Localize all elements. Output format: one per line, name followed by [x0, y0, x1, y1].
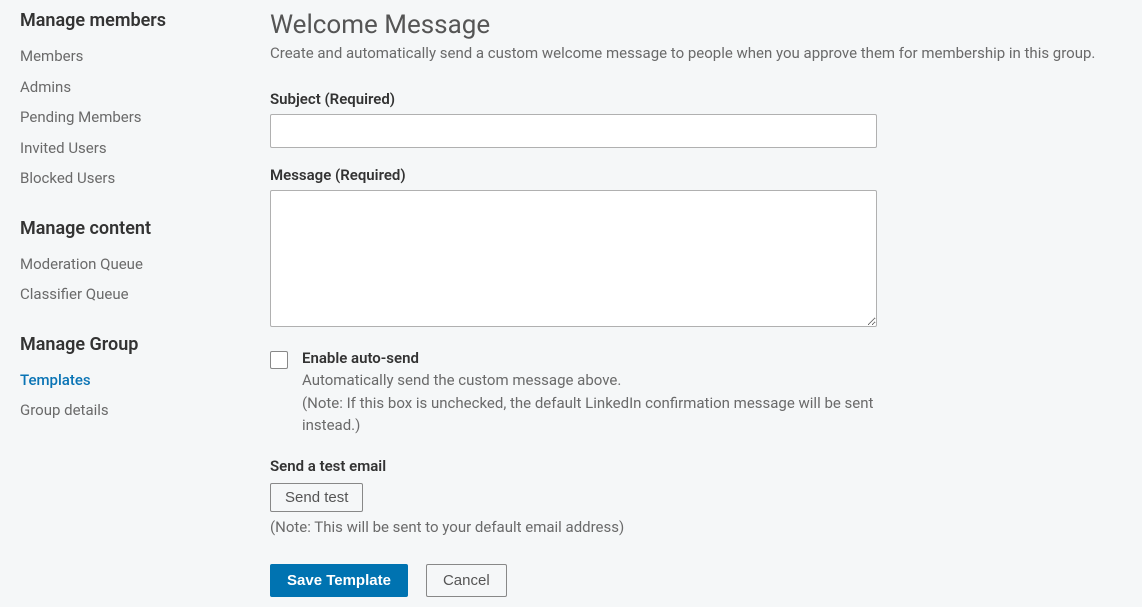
- sidebar-section-members: Manage members Members Admins Pending Me…: [20, 10, 240, 194]
- autosend-checkbox[interactable]: [270, 351, 288, 369]
- sidebar-item-blocked-users[interactable]: Blocked Users: [20, 163, 240, 194]
- sidebar-section-content: Manage content Moderation Queue Classifi…: [20, 218, 240, 310]
- autosend-row: Enable auto-send Automatically send the …: [270, 349, 880, 437]
- autosend-label: Enable auto-send: [302, 349, 880, 367]
- sidebar-section-group: Manage Group Templates Group details: [20, 334, 240, 426]
- save-template-button[interactable]: Save Template: [270, 564, 408, 597]
- autosend-content: Enable auto-send Automatically send the …: [302, 349, 880, 437]
- sidebar-heading-group: Manage Group: [20, 334, 240, 355]
- sidebar-item-invited-users[interactable]: Invited Users: [20, 133, 240, 164]
- subject-label: Subject (Required): [270, 90, 1110, 108]
- message-group: Message (Required): [270, 166, 1110, 331]
- sidebar-item-templates[interactable]: Templates: [20, 365, 240, 396]
- button-row: Save Template Cancel: [270, 564, 1110, 597]
- subject-input[interactable]: [270, 114, 877, 148]
- page-title: Welcome Message: [270, 10, 1110, 40]
- test-email-section: Send a test email Send test (Note: This …: [270, 457, 1110, 536]
- test-email-note: (Note: This will be sent to your default…: [270, 518, 1110, 536]
- message-textarea[interactable]: [270, 190, 877, 327]
- sidebar-item-admins[interactable]: Admins: [20, 72, 240, 103]
- sidebar-item-pending-members[interactable]: Pending Members: [20, 102, 240, 133]
- autosend-desc-2: (Note: If this box is unchecked, the def…: [302, 392, 880, 437]
- sidebar-item-members[interactable]: Members: [20, 41, 240, 72]
- sidebar-item-group-details[interactable]: Group details: [20, 395, 240, 426]
- sidebar-item-moderation-queue[interactable]: Moderation Queue: [20, 249, 240, 280]
- autosend-desc-1: Automatically send the custom message ab…: [302, 369, 880, 392]
- main-content: Welcome Message Create and automatically…: [260, 10, 1130, 597]
- sidebar-item-classifier-queue[interactable]: Classifier Queue: [20, 279, 240, 310]
- sidebar: Manage members Members Admins Pending Me…: [0, 10, 260, 597]
- page-subtitle: Create and automatically send a custom w…: [270, 44, 1110, 62]
- send-test-button[interactable]: Send test: [270, 483, 363, 512]
- message-label: Message (Required): [270, 166, 1110, 184]
- subject-group: Subject (Required): [270, 90, 1110, 148]
- cancel-button[interactable]: Cancel: [426, 564, 507, 597]
- sidebar-heading-content: Manage content: [20, 218, 240, 239]
- test-email-heading: Send a test email: [270, 457, 1110, 475]
- sidebar-heading-members: Manage members: [20, 10, 240, 31]
